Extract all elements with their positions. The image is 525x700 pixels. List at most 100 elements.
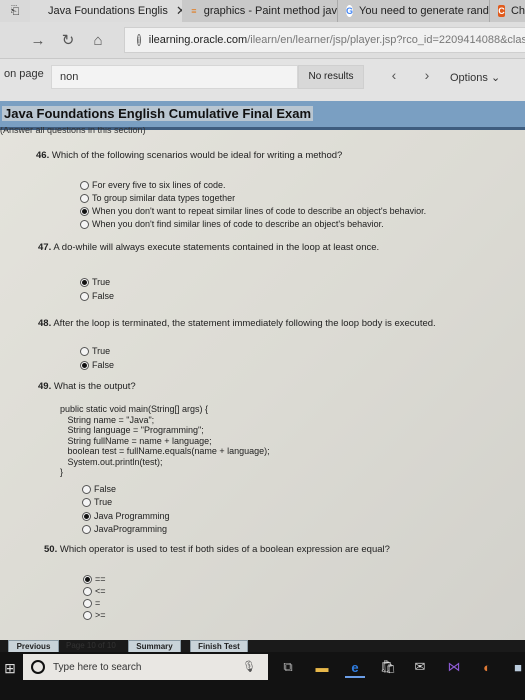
option[interactable]: =: [83, 598, 100, 608]
radio-button[interactable]: [80, 277, 89, 287]
radio-button[interactable]: [80, 206, 89, 216]
radio-button[interactable]: [83, 586, 92, 596]
option[interactable]: False: [82, 484, 116, 494]
option[interactable]: False: [80, 291, 114, 301]
exam-title: Java Foundations English Cumulative Fina…: [2, 106, 314, 121]
microphone-icon[interactable]: 🎙: [242, 660, 256, 673]
option-label: <=: [95, 586, 106, 596]
radio-button[interactable]: [82, 484, 91, 494]
windows-logo-icon: ⊞: [4, 659, 16, 676]
exam-content: (Answer all questions in this section) 4…: [0, 127, 525, 640]
tab-google-search[interactable]: G You need to generate randc: [338, 0, 490, 22]
option[interactable]: For every five to six lines of code.: [80, 180, 226, 190]
set-tabs-aside-button[interactable]: ⎗: [0, 0, 30, 22]
start-button[interactable]: ⊞: [0, 657, 20, 679]
option[interactable]: When you don't find similar lines of cod…: [80, 219, 384, 229]
option-label: ==: [95, 574, 106, 584]
info-icon[interactable]: i: [137, 34, 141, 46]
store-icon[interactable]: 🛍: [378, 658, 398, 676]
question-number: 47.: [38, 242, 52, 253]
option-label: False: [92, 360, 115, 370]
option[interactable]: True: [80, 346, 110, 356]
option[interactable]: To group similar data types together: [80, 193, 235, 203]
option-label: Java Programming: [94, 511, 170, 521]
code-line: String language = "Programming";: [60, 425, 204, 435]
tab-strip: ⎗ Java Foundations Englis ✕ ≡ graphics -…: [0, 0, 525, 22]
option-selected[interactable]: When you don't want to repeat similar li…: [80, 206, 426, 216]
code-line: System.out.println(test);: [60, 456, 163, 467]
tab-label: Java Foundations Englis: [48, 5, 168, 17]
find-previous-button[interactable]: ‹: [387, 67, 401, 83]
radio-button[interactable]: [82, 497, 91, 507]
option-label: True: [92, 277, 111, 287]
question-49: 49. What is the output?: [38, 381, 136, 392]
tab-graphics-paint[interactable]: ≡ graphics - Paint method jav: [182, 0, 338, 22]
radio-button[interactable]: [80, 360, 89, 370]
home-icon: ⌂: [93, 31, 103, 49]
option[interactable]: <=: [83, 586, 106, 596]
question-text: Which operator is used to test if both s…: [59, 544, 390, 555]
address-bar[interactable]: i ilearning.oracle.com/ilearn/en/learner…: [124, 27, 525, 53]
find-options-button[interactable]: Options ⌄: [450, 71, 500, 84]
refresh-icon: ↻: [61, 32, 75, 49]
tab-label: Ch: [510, 5, 525, 17]
radio-button[interactable]: [80, 219, 89, 229]
refresh-button[interactable]: ↻: [58, 30, 78, 50]
find-results: No results: [298, 65, 364, 89]
url-path: /ilearn/en/learner/jsp/player.jsp?rco_id…: [247, 34, 525, 46]
option-label: False: [92, 291, 115, 301]
code-line: boolean test = fullName.equals(name + la…: [60, 446, 270, 456]
code-line: }: [60, 467, 64, 477]
option-label: True: [92, 346, 111, 356]
option[interactable]: >=: [83, 610, 106, 620]
tab-java-foundations[interactable]: Java Foundations Englis ✕: [30, 0, 182, 22]
question-number: 49.: [38, 381, 52, 392]
radio-button[interactable]: [83, 598, 92, 608]
option-label: False: [94, 484, 117, 494]
file-explorer-icon[interactable]: ▬: [312, 658, 332, 676]
option-label: >=: [95, 610, 106, 620]
radio-button[interactable]: [80, 180, 89, 190]
tab-label: You need to generate randc: [359, 5, 490, 17]
question-text: What is the output?: [53, 381, 136, 392]
mail-icon[interactable]: ✉: [410, 658, 430, 676]
option-selected[interactable]: Java Programming: [82, 511, 170, 521]
tab-c[interactable]: C Ch: [490, 0, 525, 22]
taskbar-search[interactable]: Type here to search 🎙: [23, 654, 268, 680]
windows-taskbar: ⊞ Type here to search 🎙 ⧉ ▬ e 🛍 ✉ ⋈ ◐ ■: [0, 652, 525, 700]
tabs-aside-icon: ⎗: [10, 4, 20, 17]
eclipse-icon[interactable]: ◐: [477, 658, 497, 676]
option[interactable]: JavaProgramming: [82, 524, 167, 534]
page-indicator: Page 10 of 10: [66, 641, 116, 650]
code-line: String name = "Java";: [60, 414, 155, 425]
radio-button[interactable]: [82, 524, 91, 534]
find-label: on page: [4, 68, 44, 80]
find-input[interactable]: non: [51, 65, 298, 89]
option-selected[interactable]: False: [80, 360, 114, 370]
option[interactable]: True: [82, 497, 112, 507]
tab-label: graphics - Paint method jav: [203, 5, 337, 17]
address-toolbar: → ↻ ⌂ i ilearning.oracle.com/ilearn/en/l…: [0, 22, 525, 59]
option-selected[interactable]: ==: [83, 574, 106, 584]
section-note: (Answer all questions in this section): [0, 127, 146, 135]
option-label: JavaProgramming: [94, 524, 168, 534]
radio-button[interactable]: [80, 193, 89, 203]
stackoverflow-icon: ≡: [191, 6, 197, 16]
app-icon[interactable]: ■: [508, 658, 525, 676]
code-line: public static void main(String[] args) {: [60, 404, 209, 414]
option-selected[interactable]: True: [80, 277, 110, 287]
home-button[interactable]: ⌂: [88, 30, 108, 50]
exam-header: Java Foundations English Cumulative Fina…: [0, 101, 525, 130]
visual-studio-icon[interactable]: ⋈: [444, 658, 464, 676]
radio-button[interactable]: [80, 346, 89, 356]
option-label: For every five to six lines of code.: [92, 180, 226, 190]
radio-button[interactable]: [82, 511, 91, 521]
task-view-icon[interactable]: ⧉: [278, 658, 298, 676]
forward-button[interactable]: →: [28, 30, 48, 50]
question-text: After the loop is terminated, the statem…: [53, 318, 436, 329]
radio-button[interactable]: [83, 610, 92, 620]
find-next-button[interactable]: ›: [420, 67, 434, 83]
edge-icon[interactable]: e: [345, 658, 365, 678]
radio-button[interactable]: [80, 291, 89, 301]
radio-button[interactable]: [83, 574, 92, 584]
